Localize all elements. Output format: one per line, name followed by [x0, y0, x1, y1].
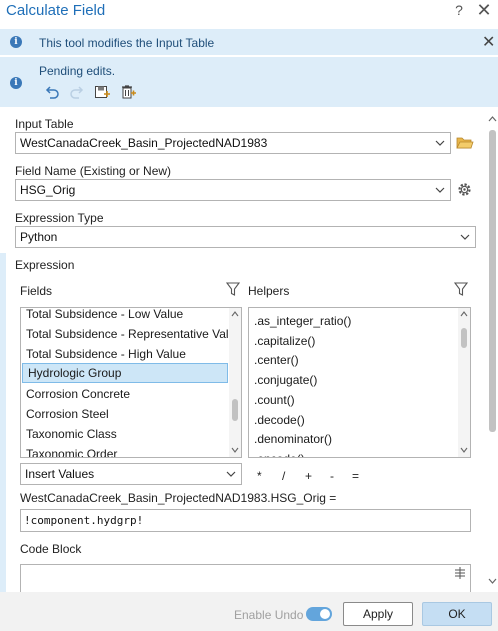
title-bar: Calculate Field ? ✕	[0, 0, 498, 26]
expression-type-value: Python	[20, 230, 58, 244]
multiply-operator[interactable]: *	[257, 469, 262, 483]
fields-label: Fields	[20, 284, 53, 298]
helper-item[interactable]: .denominator()	[249, 429, 457, 449]
helpers-list[interactable]: .as_integer_ratio() .capitalize() .cente…	[248, 307, 471, 458]
expression-section-marker	[0, 253, 6, 593]
field-item[interactable]: Total Subsidence - High Value	[21, 344, 229, 364]
chevron-down-icon	[226, 471, 236, 477]
scroll-down-icon[interactable]	[460, 447, 468, 453]
redo-icon[interactable]	[69, 84, 85, 100]
modifies-input-banner: i This tool modifies the Input Table ✕	[0, 29, 498, 55]
scroll-up-icon[interactable]	[488, 115, 497, 123]
scroll-up-icon[interactable]	[460, 311, 468, 317]
main-scrollbar-thumb[interactable]	[489, 130, 496, 432]
info-icon: i	[10, 36, 22, 48]
modifies-input-text: This tool modifies the Input Table	[39, 36, 215, 50]
add-operator[interactable]: +	[305, 469, 312, 483]
equals-operator[interactable]: =	[352, 469, 359, 483]
help-button[interactable]: ?	[452, 2, 466, 18]
enable-undo-label: Enable Undo	[234, 608, 304, 622]
toggle-knob	[320, 609, 330, 619]
expression-target-label: WestCanadaCreek_Basin_ProjectedNAD1983.H…	[20, 491, 337, 505]
insert-mode-value: Insert Values	[25, 467, 95, 481]
helpers-scroll-thumb[interactable]	[461, 328, 467, 348]
helper-item[interactable]: .capitalize()	[249, 331, 457, 351]
field-item[interactable]: Taxonomic Order	[21, 444, 229, 457]
resize-grip-icon[interactable]	[453, 566, 467, 580]
field-name-dropdown[interactable]: HSG_Orig	[15, 179, 451, 201]
field-item[interactable]: Corrosion Steel	[21, 404, 229, 424]
code-block-input[interactable]	[20, 564, 471, 594]
scroll-up-icon[interactable]	[231, 311, 239, 317]
helper-item[interactable]: .conjugate()	[249, 370, 457, 390]
main-scrollbar[interactable]	[487, 113, 498, 593]
input-table-label: Input Table	[15, 117, 74, 131]
helper-item[interactable]: .count()	[249, 390, 457, 410]
enable-undo-toggle[interactable]	[306, 607, 332, 621]
helpers-scrollbar[interactable]	[458, 308, 470, 457]
discard-edits-icon[interactable]	[120, 84, 137, 100]
field-item[interactable]: Corrosion Concrete	[21, 384, 229, 404]
field-item-selected[interactable]: Hydrologic Group	[22, 363, 228, 383]
field-item[interactable]: Taxonomic Class	[21, 424, 229, 444]
field-name-label: Field Name (Existing or New)	[15, 164, 172, 178]
fields-list[interactable]: Total Subsidence - Low Value Total Subsi…	[20, 307, 242, 458]
field-item[interactable]: Total Subsidence - Low Value	[21, 308, 229, 324]
apply-button[interactable]: Apply	[343, 602, 413, 626]
insert-mode-dropdown[interactable]: Insert Values	[20, 463, 242, 485]
code-block-label: Code Block	[20, 542, 82, 556]
expression-type-label: Expression Type	[15, 211, 104, 225]
dismiss-banner-button[interactable]: ✕	[482, 32, 495, 52]
filter-fields-icon[interactable]	[226, 281, 240, 297]
close-button[interactable]: ✕	[476, 0, 492, 21]
scroll-down-icon[interactable]	[488, 577, 497, 585]
expression-input[interactable]: !component.hydgrp!	[20, 509, 471, 532]
helper-item[interactable]: .decode()	[249, 410, 457, 430]
undo-icon[interactable]	[44, 84, 60, 100]
input-table-dropdown[interactable]: WestCanadaCreek_Basin_ProjectedNAD1983	[15, 132, 451, 154]
info-icon: i	[10, 77, 22, 89]
fields-scroll-thumb[interactable]	[232, 399, 238, 421]
input-table-value: WestCanadaCreek_Basin_ProjectedNAD1983	[20, 136, 268, 150]
helpers-label: Helpers	[248, 284, 290, 298]
scroll-down-icon[interactable]	[231, 447, 239, 453]
footer-bar: Enable Undo Apply OK	[0, 592, 498, 631]
expression-type-dropdown[interactable]: Python	[15, 226, 476, 248]
ok-button[interactable]: OK	[422, 602, 492, 626]
save-edits-icon[interactable]	[94, 84, 111, 100]
chevron-down-icon	[435, 140, 445, 146]
expression-value: !component.hydgrp!	[24, 514, 144, 527]
helper-item[interactable]: .encode()	[249, 449, 457, 457]
helper-item[interactable]: .center()	[249, 350, 457, 370]
field-item[interactable]: Total Subsidence - Representative Value	[21, 324, 229, 344]
browse-folder-icon[interactable]	[456, 135, 474, 151]
subtract-operator[interactable]: -	[330, 469, 334, 483]
filter-helpers-icon[interactable]	[454, 281, 468, 297]
field-name-value: HSG_Orig	[20, 183, 76, 197]
expression-label: Expression	[15, 258, 75, 272]
pending-edits-text: Pending edits.	[39, 64, 116, 78]
pending-edits-banner: i Pending edits.	[0, 57, 498, 107]
chevron-down-icon	[460, 234, 470, 240]
chevron-down-icon	[435, 187, 445, 193]
window-title: Calculate Field	[6, 2, 106, 19]
gear-icon[interactable]	[456, 181, 473, 198]
fields-scrollbar[interactable]	[229, 308, 241, 457]
helper-item[interactable]: .as_integer_ratio()	[249, 311, 457, 331]
divide-operator[interactable]: /	[282, 469, 285, 483]
